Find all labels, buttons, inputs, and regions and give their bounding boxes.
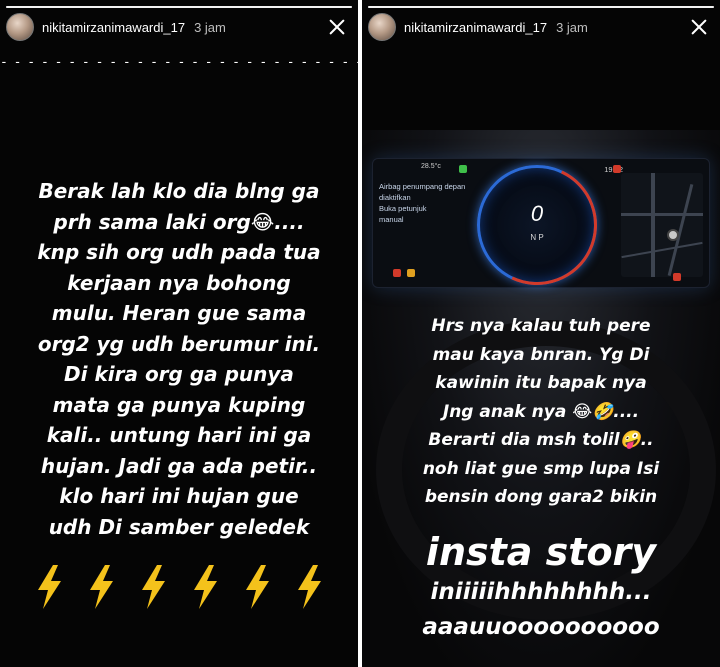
gear-readout: N P — [530, 233, 544, 242]
story-caption-tail: aaauuoooooooooo — [422, 614, 660, 640]
story-panel-left[interactable]: nikitamirzanimawardi_17 3 jam - - - - - … — [0, 0, 358, 667]
location-pin-icon — [667, 229, 679, 241]
dash-divider: - - - - - - - - - - - - - - - - - - - - … — [0, 55, 358, 70]
lightning-icon — [298, 565, 321, 609]
avatar[interactable] — [6, 13, 34, 41]
navigation-map — [621, 173, 703, 277]
warning-light-icon — [393, 269, 401, 277]
story-caption-large: insta story — [425, 530, 657, 574]
speed-readout: 0 — [530, 201, 544, 226]
story-progress-fill — [6, 6, 352, 8]
story-header: nikitamirzanimawardi_17 3 jam — [368, 10, 714, 44]
close-icon[interactable] — [688, 16, 710, 38]
story-panel-right[interactable]: 28.5°c Airbag penumpang depan diaktifkan… — [362, 0, 720, 667]
story-caption: Hrs nya kalau tuh pere mau kaya bnran. Y… — [422, 316, 660, 507]
username[interactable]: nikitamirzanimawardi_17 — [404, 20, 547, 35]
story-progress-fill — [368, 6, 714, 8]
timestamp: 3 jam — [556, 19, 588, 35]
warning-light-icon — [673, 273, 681, 281]
lightning-icon — [142, 565, 165, 609]
airbag-notice: Airbag penumpang depan diaktifkan Buka p… — [379, 182, 466, 224]
username[interactable]: nikitamirzanimawardi_17 — [42, 20, 185, 35]
avatar[interactable] — [368, 13, 396, 41]
indicator-light-icon — [459, 165, 467, 173]
lightning-icon — [38, 565, 61, 609]
temperature-readout: 28.5°c — [421, 163, 441, 170]
timestamp: 3 jam — [194, 19, 226, 35]
story-progress-bar — [368, 6, 714, 8]
instrument-cluster: 28.5°c Airbag penumpang depan diaktifkan… — [372, 148, 710, 302]
story-progress-bar — [6, 6, 352, 8]
warning-light-icon — [407, 269, 415, 277]
warning-light-icon — [613, 165, 621, 173]
story-caption: Berak lah klo dia blng ga prh sama laki … — [37, 179, 321, 539]
lightning-icon — [90, 565, 113, 609]
story-header: nikitamirzanimawardi_17 3 jam — [6, 10, 352, 44]
lightning-icon — [246, 565, 269, 609]
close-icon[interactable] — [326, 16, 348, 38]
lightning-row — [34, 564, 324, 610]
story-caption-tail: iniiiiihhhhhhhh... — [430, 579, 652, 605]
lightning-icon — [194, 565, 217, 609]
